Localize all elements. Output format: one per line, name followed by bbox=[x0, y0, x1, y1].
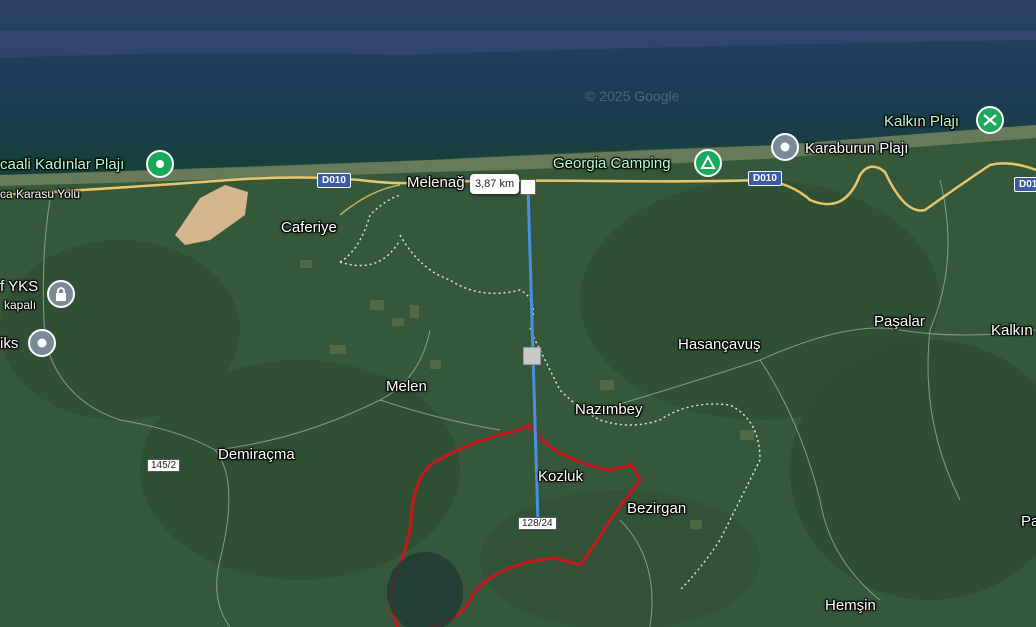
poi-karaburun-plaji[interactable]: Karaburun Plajı bbox=[805, 140, 908, 157]
place-pasalar[interactable]: Paşalar bbox=[874, 313, 925, 330]
road-shield-d010: D010 bbox=[317, 173, 351, 188]
poi-iks[interactable]: iks bbox=[0, 335, 18, 352]
location-pin-icon[interactable] bbox=[770, 132, 800, 162]
road-karasu-yolu: ca Karasu Yolu bbox=[0, 187, 81, 201]
map-watermark: © 2025 Google bbox=[585, 88, 680, 104]
place-kozluk[interactable]: Kozluk bbox=[538, 468, 583, 485]
location-pin-icon[interactable] bbox=[27, 328, 57, 358]
place-hasancavus[interactable]: Hasançavuş bbox=[678, 336, 761, 353]
place-pa-edge[interactable]: Pa bbox=[1021, 513, 1036, 530]
poi-yks-name[interactable]: f YKS bbox=[0, 278, 38, 295]
place-kalkin[interactable]: Kalkın bbox=[991, 322, 1033, 339]
camping-icon[interactable] bbox=[693, 148, 723, 178]
beach-icon[interactable] bbox=[145, 149, 175, 179]
road-shield-d010: D01 bbox=[1014, 177, 1036, 192]
place-nazimbey[interactable]: Nazımbey bbox=[575, 401, 643, 418]
place-caferiye[interactable]: Caferiye bbox=[281, 219, 337, 236]
poi-georgia-camping[interactable]: Georgia Camping bbox=[553, 155, 671, 172]
lock-pin-icon[interactable] bbox=[46, 279, 76, 309]
poi-yks-status: kapalı bbox=[4, 298, 37, 312]
place-hemsin[interactable]: Hemşin bbox=[825, 597, 876, 614]
swimming-icon[interactable] bbox=[975, 105, 1005, 135]
measure-mid-handle[interactable] bbox=[523, 347, 541, 365]
poi-kadinlar-plaji[interactable]: caali Kadınlar Plajı bbox=[0, 156, 124, 173]
measure-distance-tooltip: 3,87 km bbox=[470, 174, 520, 194]
place-bezirgan[interactable]: Bezirgan bbox=[627, 500, 686, 517]
measure-start-handle[interactable] bbox=[520, 179, 536, 195]
road-number-128: 128/24 bbox=[518, 517, 557, 530]
place-melenagzi[interactable]: Melenağ bbox=[407, 174, 465, 191]
place-melen[interactable]: Melen bbox=[386, 378, 427, 395]
poi-kalkin-plaji[interactable]: Kalkın Plajı bbox=[884, 113, 959, 130]
place-demiracma[interactable]: Demiraçma bbox=[218, 446, 295, 463]
road-number-145: 145/2 bbox=[147, 459, 181, 472]
road-shield-d010: D010 bbox=[748, 171, 782, 186]
